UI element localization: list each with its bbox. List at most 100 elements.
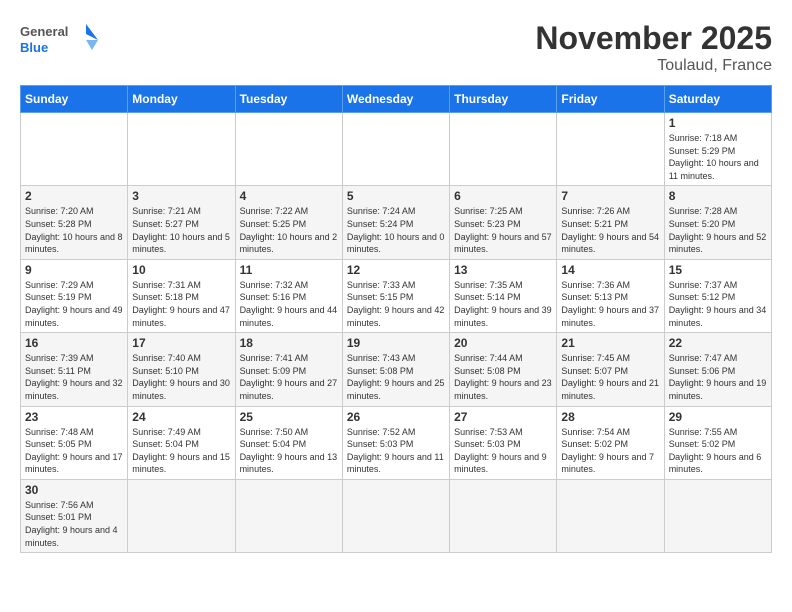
day-number: 26 — [347, 410, 445, 424]
day-number: 5 — [347, 189, 445, 203]
day-number: 16 — [25, 336, 123, 350]
title-area: November 2025 Toulaud, France — [535, 20, 772, 75]
week-row-3: 9Sunrise: 7:29 AM Sunset: 5:19 PM Daylig… — [21, 259, 772, 332]
day-info: Sunrise: 7:25 AM Sunset: 5:23 PM Dayligh… — [454, 205, 552, 255]
day-info: Sunrise: 7:18 AM Sunset: 5:29 PM Dayligh… — [669, 132, 767, 182]
day-number: 6 — [454, 189, 552, 203]
day-number: 28 — [561, 410, 659, 424]
week-row-1: 1 Sunrise: 7:18 AM Sunset: 5:29 PM Daylig… — [21, 113, 772, 186]
day-number: 21 — [561, 336, 659, 350]
logo: General Blue — [20, 20, 100, 64]
day-number: 27 — [454, 410, 552, 424]
day-number: 25 — [240, 410, 338, 424]
day-cell: 9Sunrise: 7:29 AM Sunset: 5:19 PM Daylig… — [21, 259, 128, 332]
calendar-table: SundayMondayTuesdayWednesdayThursdayFrid… — [20, 85, 772, 553]
day-number: 3 — [132, 189, 230, 203]
day-cell: 11Sunrise: 7:32 AM Sunset: 5:16 PM Dayli… — [235, 259, 342, 332]
day-info: Sunrise: 7:56 AM Sunset: 5:01 PM Dayligh… — [25, 499, 123, 549]
day-cell — [21, 113, 128, 186]
day-cell: 27 Sunrise: 7:53 AM Sunset: 5:03 PM Dayli… — [450, 406, 557, 479]
day-cell: 18Sunrise: 7:41 AM Sunset: 5:09 PM Dayli… — [235, 333, 342, 406]
day-cell: 30 Sunrise: 7:56 AM Sunset: 5:01 PM Dayli… — [21, 479, 128, 552]
location: Toulaud, France — [535, 57, 772, 75]
day-header-friday: Friday — [557, 86, 664, 113]
day-cell: 5 Sunrise: 7:24 AM Sunset: 5:24 PM Daylig… — [342, 186, 449, 259]
day-cell: 6 Sunrise: 7:25 AM Sunset: 5:23 PM Daylig… — [450, 186, 557, 259]
svg-text:General: General — [20, 24, 68, 39]
day-cell: 29 Sunrise: 7:55 AM Sunset: 5:02 PM Dayli… — [664, 406, 771, 479]
day-number: 19 — [347, 336, 445, 350]
day-number: 24 — [132, 410, 230, 424]
day-info: Sunrise: 7:39 AM Sunset: 5:11 PM Dayligh… — [25, 352, 123, 402]
day-number: 4 — [240, 189, 338, 203]
day-cell: 3 Sunrise: 7:21 AM Sunset: 5:27 PM Daylig… — [128, 186, 235, 259]
day-info: Sunrise: 7:22 AM Sunset: 5:25 PM Dayligh… — [240, 205, 338, 255]
day-info: Sunrise: 7:53 AM Sunset: 5:03 PM Dayligh… — [454, 426, 552, 476]
day-cell: 25 Sunrise: 7:50 AM Sunset: 5:04 PM Dayli… — [235, 406, 342, 479]
day-number: 10 — [132, 263, 230, 277]
day-number: 12 — [347, 263, 445, 277]
day-cell — [450, 113, 557, 186]
day-header-sunday: Sunday — [21, 86, 128, 113]
day-cell — [128, 479, 235, 552]
day-number: 29 — [669, 410, 767, 424]
day-number: 20 — [454, 336, 552, 350]
day-info: Sunrise: 7:21 AM Sunset: 5:27 PM Dayligh… — [132, 205, 230, 255]
day-info: Sunrise: 7:55 AM Sunset: 5:02 PM Dayligh… — [669, 426, 767, 476]
day-info: Sunrise: 7:48 AM Sunset: 5:05 PM Dayligh… — [25, 426, 123, 476]
day-cell: 24 Sunrise: 7:49 AM Sunset: 5:04 PM Dayli… — [128, 406, 235, 479]
day-info: Sunrise: 7:32 AM Sunset: 5:16 PM Dayligh… — [240, 279, 338, 329]
day-info: Sunrise: 7:28 AM Sunset: 5:20 PM Dayligh… — [669, 205, 767, 255]
day-cell — [557, 479, 664, 552]
day-info: Sunrise: 7:36 AM Sunset: 5:13 PM Dayligh… — [561, 279, 659, 329]
day-cell: 10Sunrise: 7:31 AM Sunset: 5:18 PM Dayli… — [128, 259, 235, 332]
day-info: Sunrise: 7:44 AM Sunset: 5:08 PM Dayligh… — [454, 352, 552, 402]
day-number: 1 — [669, 116, 767, 130]
week-row-2: 2 Sunrise: 7:20 AM Sunset: 5:28 PM Daylig… — [21, 186, 772, 259]
day-header-thursday: Thursday — [450, 86, 557, 113]
page-header: General Blue November 2025 Toulaud, Fran… — [20, 20, 772, 75]
day-number: 23 — [25, 410, 123, 424]
day-cell: 22Sunrise: 7:47 AM Sunset: 5:06 PM Dayli… — [664, 333, 771, 406]
day-cell — [342, 479, 449, 552]
day-cell: 12 Sunrise: 7:33 AM Sunset: 5:15 PM Dayli… — [342, 259, 449, 332]
day-cell — [128, 113, 235, 186]
day-cell: 2 Sunrise: 7:20 AM Sunset: 5:28 PM Daylig… — [21, 186, 128, 259]
day-cell — [342, 113, 449, 186]
day-info: Sunrise: 7:43 AM Sunset: 5:08 PM Dayligh… — [347, 352, 445, 402]
day-headers-row: SundayMondayTuesdayWednesdayThursdayFrid… — [21, 86, 772, 113]
day-cell: 28 Sunrise: 7:54 AM Sunset: 5:02 PM Dayli… — [557, 406, 664, 479]
day-header-wednesday: Wednesday — [342, 86, 449, 113]
day-cell: 16 Sunrise: 7:39 AM Sunset: 5:11 PM Dayli… — [21, 333, 128, 406]
week-row-5: 23 Sunrise: 7:48 AM Sunset: 5:05 PM Dayli… — [21, 406, 772, 479]
day-info: Sunrise: 7:24 AM Sunset: 5:24 PM Dayligh… — [347, 205, 445, 255]
day-info: Sunrise: 7:37 AM Sunset: 5:12 PM Dayligh… — [669, 279, 767, 329]
day-number: 22 — [669, 336, 767, 350]
day-cell: 4 Sunrise: 7:22 AM Sunset: 5:25 PM Daylig… — [235, 186, 342, 259]
day-cell: 13Sunrise: 7:35 AM Sunset: 5:14 PM Dayli… — [450, 259, 557, 332]
day-number: 9 — [25, 263, 123, 277]
day-cell: 7Sunrise: 7:26 AM Sunset: 5:21 PM Daylig… — [557, 186, 664, 259]
month-title: November 2025 — [535, 20, 772, 57]
day-info: Sunrise: 7:50 AM Sunset: 5:04 PM Dayligh… — [240, 426, 338, 476]
day-info: Sunrise: 7:20 AM Sunset: 5:28 PM Dayligh… — [25, 205, 123, 255]
day-cell: 17Sunrise: 7:40 AM Sunset: 5:10 PM Dayli… — [128, 333, 235, 406]
week-row-4: 16 Sunrise: 7:39 AM Sunset: 5:11 PM Dayli… — [21, 333, 772, 406]
day-number: 30 — [25, 483, 123, 497]
day-cell — [235, 113, 342, 186]
day-info: Sunrise: 7:41 AM Sunset: 5:09 PM Dayligh… — [240, 352, 338, 402]
day-info: Sunrise: 7:33 AM Sunset: 5:15 PM Dayligh… — [347, 279, 445, 329]
day-number: 8 — [669, 189, 767, 203]
day-info: Sunrise: 7:52 AM Sunset: 5:03 PM Dayligh… — [347, 426, 445, 476]
day-cell — [557, 113, 664, 186]
day-number: 2 — [25, 189, 123, 203]
day-info: Sunrise: 7:45 AM Sunset: 5:07 PM Dayligh… — [561, 352, 659, 402]
day-cell: 14Sunrise: 7:36 AM Sunset: 5:13 PM Dayli… — [557, 259, 664, 332]
day-cell: 20 Sunrise: 7:44 AM Sunset: 5:08 PM Dayli… — [450, 333, 557, 406]
day-header-tuesday: Tuesday — [235, 86, 342, 113]
day-cell: 23 Sunrise: 7:48 AM Sunset: 5:05 PM Dayli… — [21, 406, 128, 479]
day-number: 17 — [132, 336, 230, 350]
day-cell: 1 Sunrise: 7:18 AM Sunset: 5:29 PM Daylig… — [664, 113, 771, 186]
day-info: Sunrise: 7:49 AM Sunset: 5:04 PM Dayligh… — [132, 426, 230, 476]
day-info: Sunrise: 7:54 AM Sunset: 5:02 PM Dayligh… — [561, 426, 659, 476]
